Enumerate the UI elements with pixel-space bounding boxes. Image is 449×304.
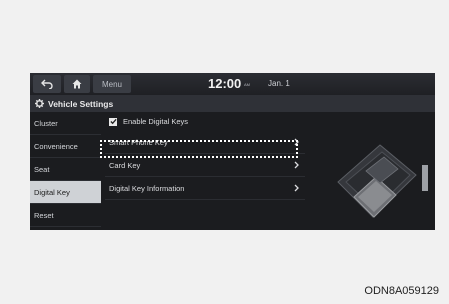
sidebar-item-digital-key[interactable]: Digital Key (30, 181, 101, 204)
list-item-digital-key-information[interactable]: Digital Key Information (105, 177, 305, 200)
card-key-label: Card Key (109, 160, 141, 170)
gear-icon (35, 99, 44, 108)
sidebar-item-cluster[interactable]: Cluster (30, 112, 101, 135)
clock-time: 12:00 (208, 76, 242, 91)
home-icon (72, 79, 82, 89)
sidebar: Cluster Convenience Seat Digital Key Res… (30, 112, 101, 230)
digital-key-information-label: Digital Key Information (109, 183, 185, 193)
sidebar-item-seat[interactable]: Seat (30, 158, 101, 181)
top-bar: Menu 12:00 AM Jan. 1 (30, 73, 435, 95)
chevron-right-icon (294, 184, 299, 192)
home-button[interactable] (64, 75, 90, 93)
infotainment-screen: Menu 12:00 AM Jan. 1 Vehicle Settings Cl… (30, 73, 435, 230)
title-bar: Vehicle Settings (30, 95, 435, 112)
chevron-right-icon (294, 161, 299, 169)
page-title: Vehicle Settings (48, 98, 114, 109)
sidebar-item-convenience[interactable]: Convenience (30, 135, 101, 158)
digital-key-illustration (337, 144, 428, 218)
figure-caption: ODN8A059129 (364, 285, 439, 297)
enable-digital-keys-toggle[interactable]: Enable Digital Keys (105, 112, 305, 131)
back-icon (41, 79, 53, 89)
clock-ampm: AM (244, 82, 250, 87)
menu-button[interactable]: Menu (93, 75, 131, 93)
enable-digital-keys-label: Enable Digital Keys (123, 117, 189, 126)
check-icon (109, 118, 117, 125)
settings-list: Enable Digital Keys Smart Phone Key Card… (105, 112, 305, 230)
checkbox[interactable] (109, 117, 117, 126)
clock-date: Jan. 1 (268, 79, 290, 88)
selection-highlight (100, 140, 298, 158)
menu-button-label: Menu (101, 79, 122, 89)
sidebar-item-reset[interactable]: Reset (30, 204, 101, 227)
back-button[interactable] (33, 75, 61, 93)
